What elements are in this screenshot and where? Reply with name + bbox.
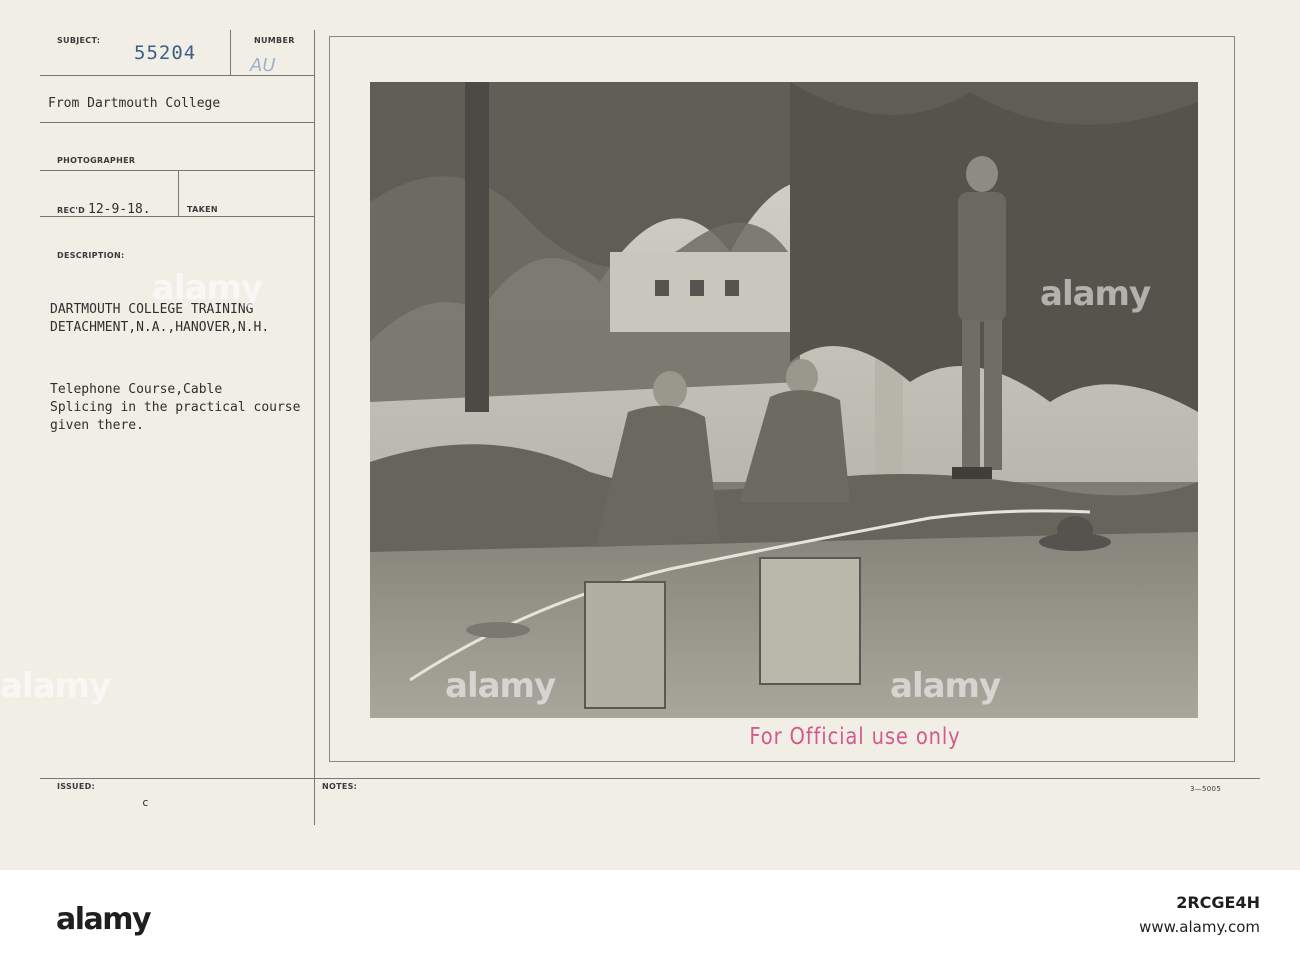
- watermark: alamy: [1040, 274, 1151, 314]
- number-label: NUMBER: [254, 36, 295, 45]
- issued-label: ISSUED:: [57, 782, 96, 791]
- issued-mark: c: [142, 796, 149, 809]
- description-line: DETACHMENT,N.A.,HANOVER,N.H.: [50, 320, 270, 335]
- card-rule: [40, 216, 315, 217]
- watermark: alamy: [152, 268, 263, 308]
- recd-label: REC'D: [57, 206, 86, 215]
- form-code: 3—5005: [1190, 785, 1222, 793]
- recd-date: 12-9-18.: [88, 202, 151, 217]
- subject-label: SUBJECT:: [57, 36, 101, 45]
- archival-photograph: [370, 82, 1198, 718]
- footer-logo[interactable]: alamy: [56, 902, 152, 937]
- description-line: Telephone Course,Cable: [50, 382, 223, 397]
- stock-footer: [0, 870, 1300, 959]
- card-rule: [40, 778, 1260, 779]
- watermark: alamy: [0, 666, 111, 706]
- footer-url[interactable]: www.alamy.com: [1020, 918, 1260, 936]
- archive-card: SUBJECT: NUMBER PHOTOGRAPHER TAKEN DESCR…: [0, 0, 1300, 870]
- watermark: alamy: [445, 666, 556, 706]
- number-stamp: AU: [250, 55, 276, 76]
- description-line: Splicing in the practical course: [50, 400, 301, 415]
- image-id: 2RCGE4H: [1176, 893, 1260, 912]
- description-label: DESCRIPTION:: [57, 251, 125, 260]
- source-text: From Dartmouth College: [48, 96, 221, 111]
- card-rule: [314, 30, 315, 825]
- official-use-stamp: For Official use only: [749, 724, 961, 750]
- card-rule: [230, 30, 231, 76]
- card-rule: [40, 122, 315, 123]
- card-rule: [40, 170, 315, 171]
- taken-label: TAKEN: [187, 205, 218, 214]
- watermark: alamy: [890, 666, 1001, 706]
- photographer-label: PHOTOGRAPHER: [57, 156, 136, 165]
- subject-number: 55204: [134, 42, 197, 64]
- notes-label: NOTES:: [322, 782, 358, 791]
- card-rule: [178, 170, 179, 216]
- description-line: given there.: [50, 418, 144, 433]
